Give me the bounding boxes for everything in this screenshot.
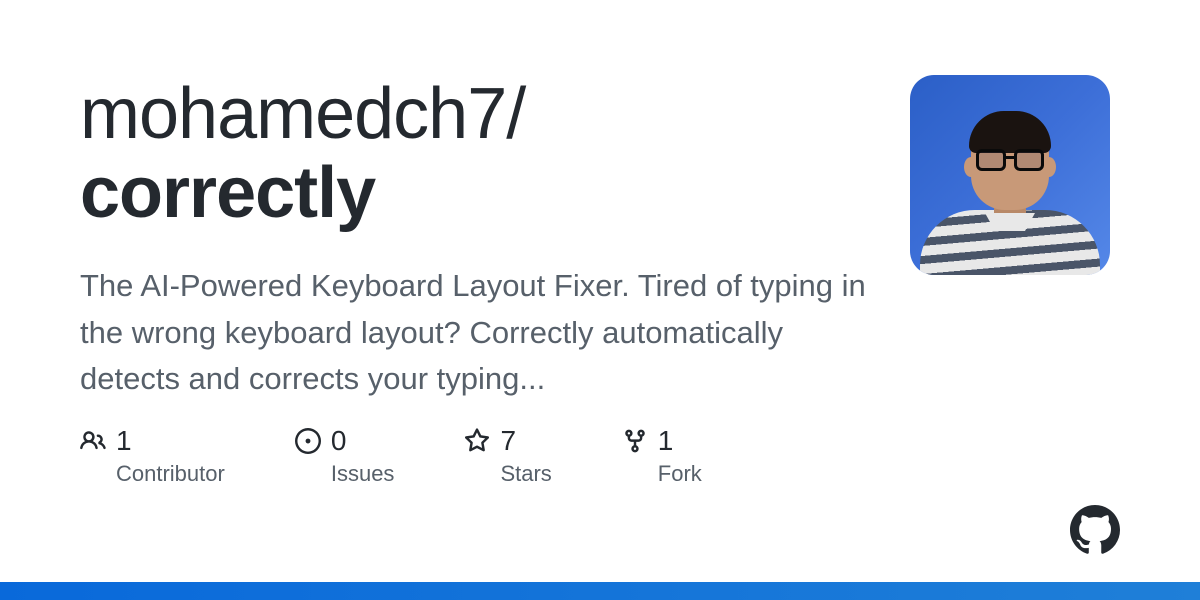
- issues-label: Issues: [331, 461, 395, 487]
- stats-row: 1 Contributor 0 Issues 7 Stars: [80, 425, 870, 487]
- stars-label: Stars: [500, 461, 551, 487]
- bottom-accent-bar: [0, 582, 1200, 600]
- github-logo-icon[interactable]: [1070, 505, 1120, 555]
- stat-forks[interactable]: 1 Fork: [622, 425, 702, 487]
- repo-description: The AI-Powered Keyboard Layout Fixer. Ti…: [80, 263, 870, 403]
- people-icon: [80, 428, 106, 454]
- repo-main-content: mohamedch7/ correctly The AI-Powered Key…: [80, 75, 870, 487]
- forks-label: Fork: [658, 461, 702, 487]
- repo-title: mohamedch7/ correctly: [80, 75, 870, 233]
- avatar-section: [910, 75, 1110, 487]
- fork-icon: [622, 428, 648, 454]
- contributors-label: Contributor: [116, 461, 225, 487]
- avatar[interactable]: [910, 75, 1110, 275]
- forks-count: 1: [658, 425, 674, 457]
- issues-count: 0: [331, 425, 347, 457]
- stat-stars[interactable]: 7 Stars: [464, 425, 551, 487]
- star-icon: [464, 428, 490, 454]
- stars-count: 7: [500, 425, 516, 457]
- repo-owner[interactable]: mohamedch7/: [80, 74, 525, 154]
- stat-issues[interactable]: 0 Issues: [295, 425, 395, 487]
- contributors-count: 1: [116, 425, 132, 457]
- issue-icon: [295, 428, 321, 454]
- repo-name[interactable]: correctly: [80, 154, 870, 233]
- stat-contributors[interactable]: 1 Contributor: [80, 425, 225, 487]
